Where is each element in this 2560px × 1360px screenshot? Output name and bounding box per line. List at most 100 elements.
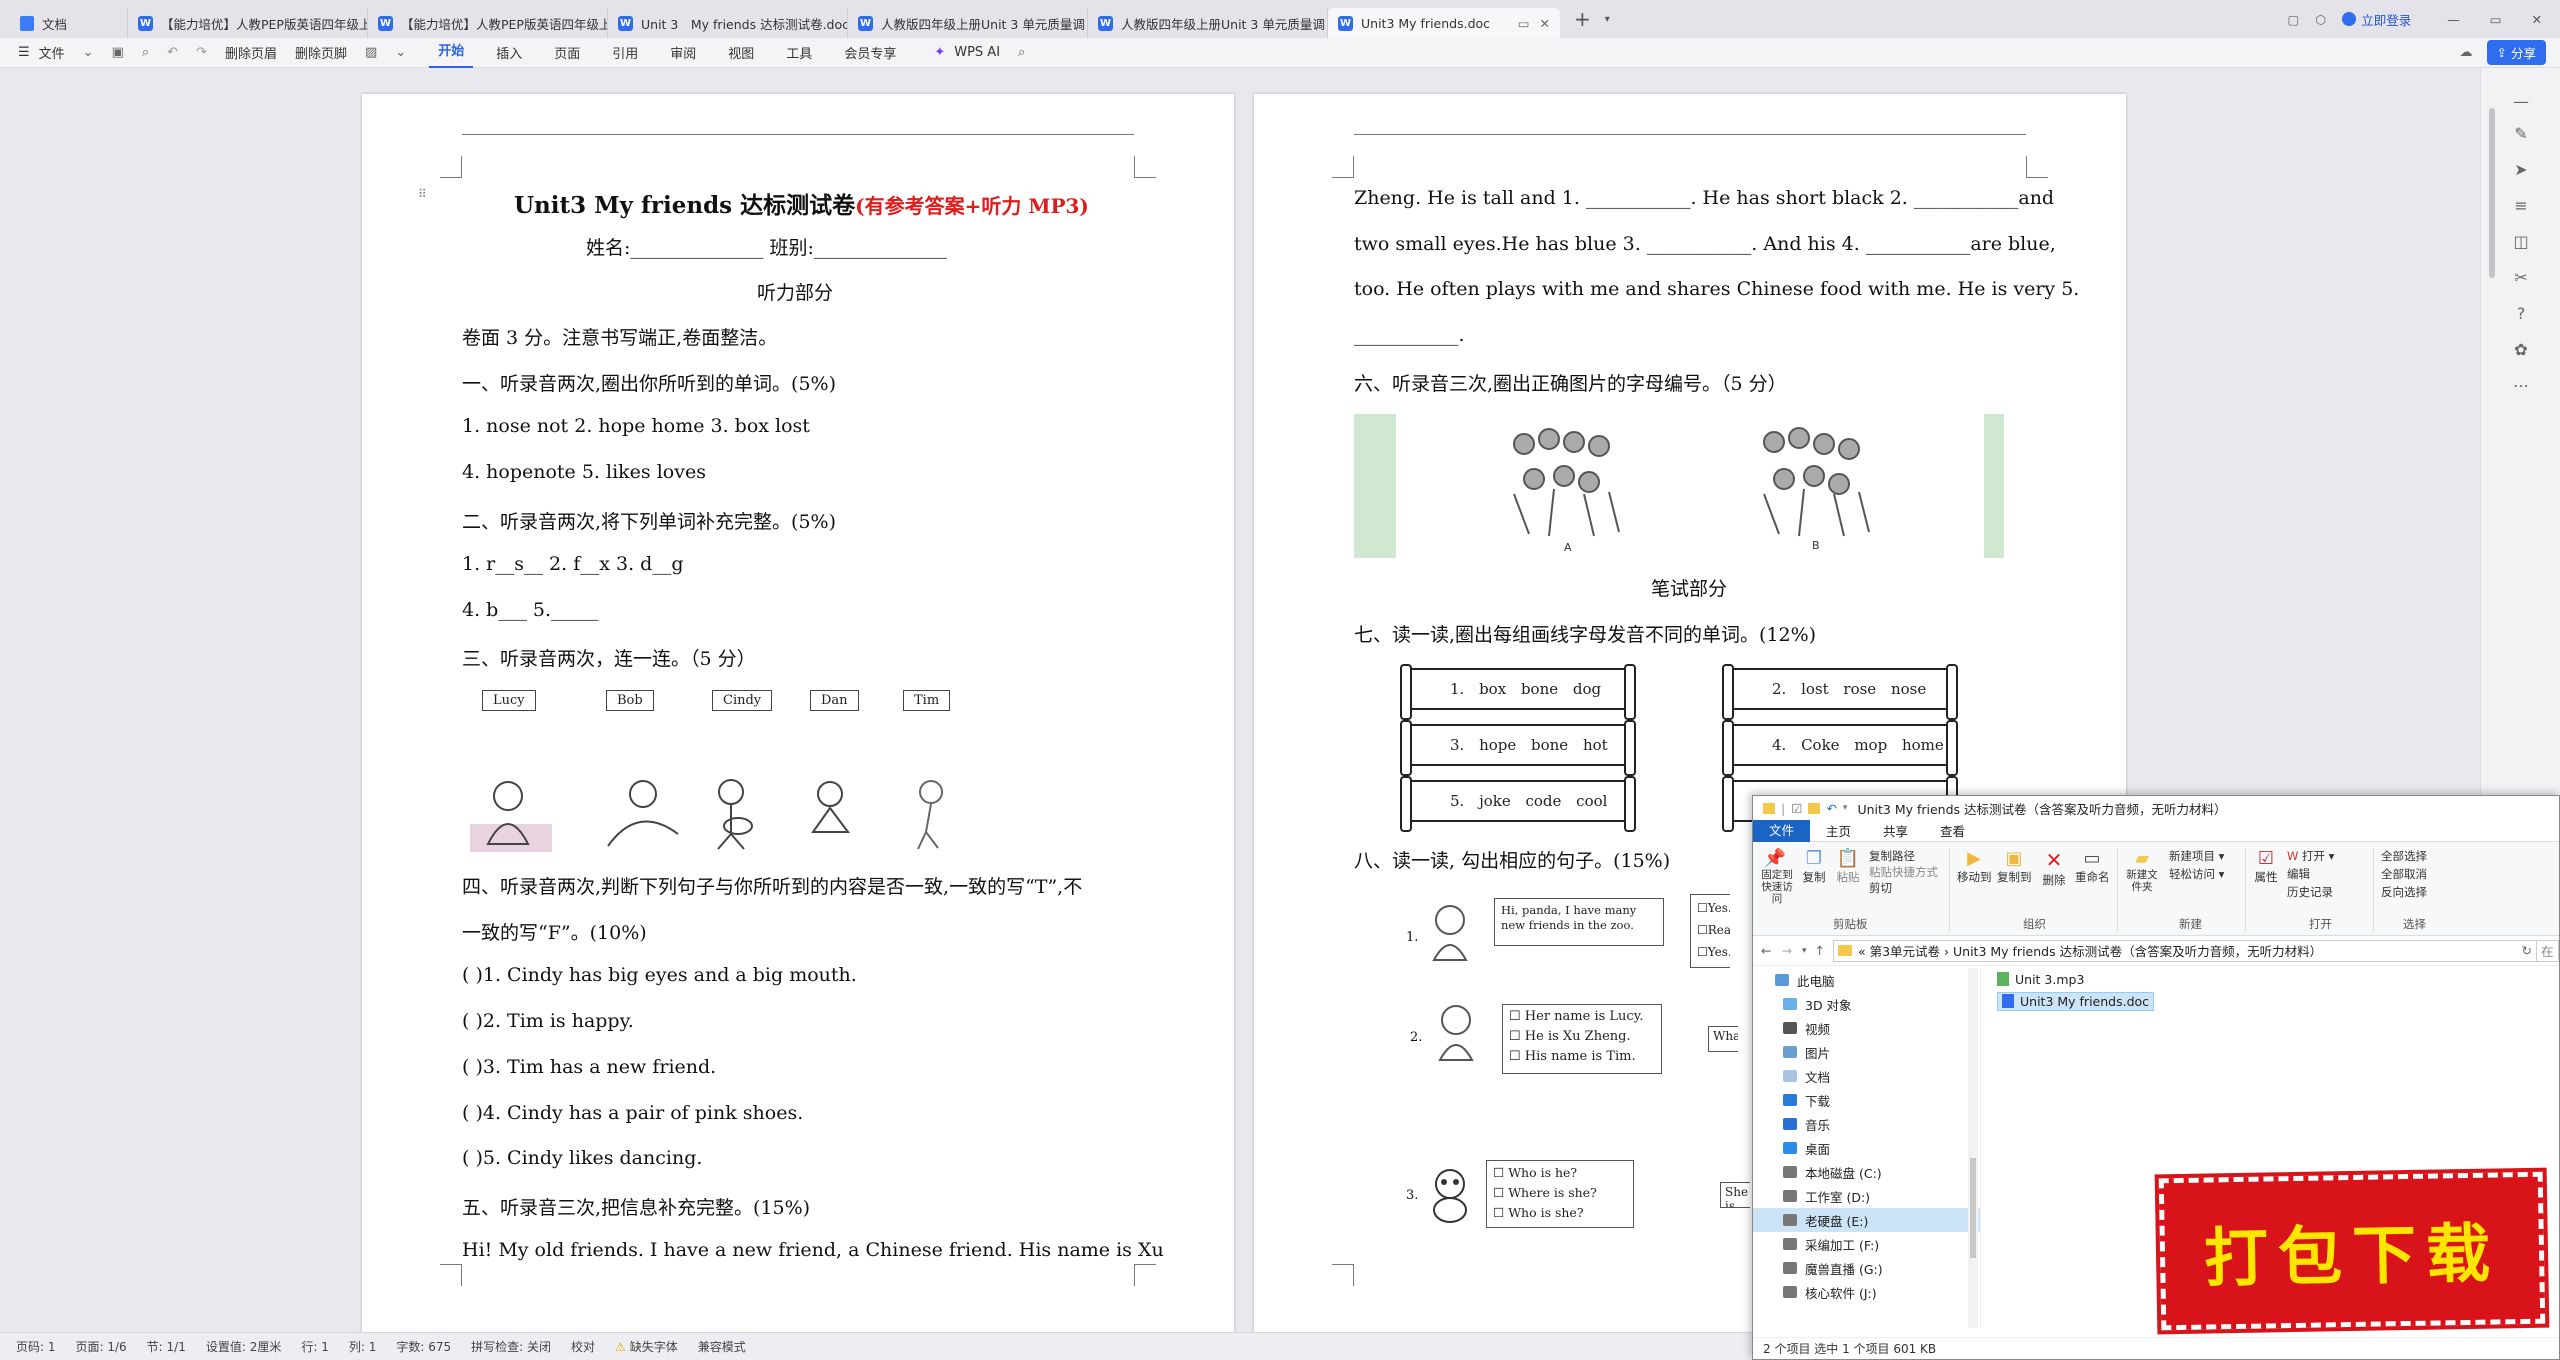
rename-button[interactable]: ▭ 重命名 [2075, 848, 2110, 885]
restore-icon[interactable]: ▭ [1518, 16, 1530, 31]
status-spell-check[interactable]: 拼写检查: 关闭 [461, 1338, 561, 1355]
plugin-icon[interactable]: ✿ [2509, 338, 2533, 362]
copy-path-button[interactable]: 复制路径 [1869, 848, 1915, 864]
delete-button[interactable]: ✕ 删除 [2041, 848, 2067, 888]
nav-item[interactable]: 此电脑 [1753, 968, 1980, 992]
nav-item[interactable]: 桌面 [1753, 1136, 1980, 1160]
chevron-down-icon[interactable]: ⌄ [386, 45, 415, 60]
save-icon[interactable]: ▣ [103, 45, 133, 60]
tab-view[interactable]: 视图 [719, 43, 763, 62]
page-setup-icon[interactable]: ▨ [356, 45, 386, 60]
paste-button[interactable]: 📋 粘贴 [1835, 848, 1861, 885]
settings-sliders-icon[interactable]: ≡ [2509, 194, 2533, 218]
undo-icon[interactable]: ↶ [158, 45, 187, 60]
tab-document[interactable]: W Unit 3 My friends 达标测试卷.doc [608, 8, 848, 38]
new-folder-button[interactable]: ▰ 新建文件夹 [2125, 848, 2159, 893]
invert-selection-button[interactable]: 反向选择 [2381, 884, 2427, 900]
easy-access-button[interactable]: 轻松访问 ▾ [2169, 866, 2224, 882]
nav-item[interactable]: 3D 对象 [1753, 992, 1980, 1016]
delete-footer-button[interactable]: 删除页脚 [286, 43, 356, 62]
file-item-selected[interactable]: Unit3 My friends.doc [1983, 990, 2553, 1012]
path-field[interactable]: « 第3单元试卷 › Unit3 My friends 达标测试卷（含答案及听力… [1832, 939, 2537, 962]
close-window-icon[interactable]: ✕ [2532, 12, 2542, 27]
chevron-down-icon[interactable]: ▾ [1843, 803, 1848, 813]
answer-option[interactable]: ☐ Who is she? [1493, 1203, 1627, 1223]
cube-icon[interactable]: ⬡ [2315, 12, 2326, 27]
paste-shortcut-button[interactable]: 粘贴快捷方式 [1869, 864, 1938, 880]
search-icon[interactable]: ⌕ [1009, 45, 1034, 60]
nav-item[interactable]: 下载 [1753, 1088, 1980, 1112]
nav-item[interactable]: 本地磁盘 (C:) [1753, 1160, 1980, 1184]
status-proofread[interactable]: 校对 [561, 1338, 605, 1355]
status-section[interactable]: 节: 1/1 [137, 1338, 196, 1355]
back-icon[interactable]: ← [1761, 943, 1771, 958]
tab-references[interactable]: 引用 [603, 43, 647, 62]
answer-option[interactable]: ☐ He is Xu Zheng. [1509, 1027, 1655, 1047]
history-button[interactable]: 历史记录 [2287, 884, 2333, 900]
nav-item[interactable]: 魔兽直播 (G:) [1753, 1256, 1980, 1280]
edit-button[interactable]: 编辑 [2287, 866, 2310, 882]
tab-tools[interactable]: 工具 [777, 43, 821, 62]
file-item[interactable]: Unit 3.mp3 [1983, 968, 2553, 990]
cursor-icon[interactable]: ➤ [2509, 158, 2533, 182]
tools-icon[interactable]: ✂ [2509, 266, 2533, 290]
tab-page[interactable]: 页面 [545, 43, 589, 62]
new-item-button[interactable]: 新建项目 ▾ [2169, 848, 2224, 864]
delete-header-button[interactable]: 删除页眉 [216, 43, 286, 62]
undo-icon[interactable]: ↶ [1826, 801, 1836, 816]
nav-item[interactable]: 工作室 (D:) [1753, 1184, 1980, 1208]
tab-active-document[interactable]: W Unit3 My friends.doc ▭ ✕ [1328, 8, 1560, 38]
nav-scrollbar[interactable] [1968, 968, 1978, 1328]
login-link[interactable]: 立即登录 [2361, 10, 2411, 29]
minimize-icon[interactable]: — [2447, 12, 2460, 27]
wps-ai-button[interactable]: WPS AI [954, 45, 1009, 60]
answer-option[interactable]: ☐Real [1697, 919, 1730, 941]
more-icon[interactable]: ⋯ [2509, 374, 2533, 398]
scrollbar-thumb[interactable] [2489, 108, 2495, 278]
status-word-count[interactable]: 字数: 675 [386, 1338, 461, 1355]
status-pages[interactable]: 页面: 1/6 [66, 1338, 137, 1355]
tab-docs-home[interactable]: 文档 [0, 8, 128, 38]
search-field[interactable]: 在 [2537, 939, 2559, 962]
file-menu[interactable]: 文件 [39, 43, 74, 62]
maximize-icon[interactable]: ▭ [2490, 12, 2502, 27]
tab-document[interactable]: W 【能力培优】人教PEP版英语四年级上 [368, 8, 608, 38]
answer-option[interactable]: ☐ Where is she? [1493, 1183, 1627, 1203]
tab-home[interactable]: 开始 [429, 38, 474, 68]
status-compat-mode[interactable]: 兼容模式 [688, 1338, 756, 1355]
help-icon[interactable]: ? [2509, 302, 2533, 326]
drag-handle-icon[interactable]: ⠿ [418, 187, 427, 201]
copy-button[interactable]: ❐ 复制 [1801, 848, 1827, 885]
status-setting[interactable]: 设置值: 2厘米 [196, 1338, 292, 1355]
menu-icon[interactable]: ☰ [0, 45, 39, 60]
cloud-sync-icon[interactable]: ☁ [2460, 45, 2473, 60]
refresh-icon[interactable]: ↻ [2518, 943, 2536, 958]
close-icon[interactable]: ✕ [1540, 16, 1550, 31]
move-to-button[interactable]: ▶ 移动到 [1957, 848, 1992, 885]
answer-option[interactable]: ☐Yes. [1697, 941, 1730, 963]
new-folder-icon[interactable] [1808, 802, 1821, 814]
chevron-down-icon[interactable]: ▾ [1605, 14, 1610, 25]
new-tab-button[interactable]: + [1560, 7, 1605, 31]
answer-option[interactable]: ☐ His name is Tim. [1509, 1047, 1655, 1067]
tab-document[interactable]: W 【能力培优】人教PEP版英语四年级上 [128, 8, 368, 38]
nav-item[interactable]: 音乐 [1753, 1112, 1980, 1136]
properties-icon[interactable]: ☑ [1791, 801, 1802, 816]
tab-view[interactable]: 查看 [1924, 821, 1981, 840]
select-all-button[interactable]: 全部选择 [2381, 848, 2427, 864]
forward-icon[interactable]: → [1781, 943, 1791, 958]
scrollbar-thumb[interactable] [1970, 1158, 1976, 1258]
tab-share[interactable]: 共享 [1867, 821, 1924, 840]
format-painter-icon[interactable]: ⌕ [133, 45, 158, 60]
tab-member[interactable]: 会员专享 [835, 43, 905, 62]
properties-button[interactable]: ☑ 属性 [2253, 848, 2279, 885]
cut-button[interactable]: 剪切 [1869, 880, 1892, 896]
pin-quick-access-button[interactable]: 📌 固定到快速访问 [1759, 848, 1793, 905]
answer-option[interactable]: ☐ Her name is Lucy. [1509, 1007, 1655, 1027]
up-icon[interactable]: ↑ [1815, 943, 1825, 958]
answer-option[interactable]: ☐Yes. [1697, 897, 1730, 919]
tab-file[interactable]: 文件 [1753, 819, 1811, 842]
redo-icon[interactable]: ↷ [187, 45, 216, 60]
tab-insert[interactable]: 插入 [487, 43, 531, 62]
download-stamp-logo[interactable]: 打包下载 [2154, 1167, 2550, 1335]
